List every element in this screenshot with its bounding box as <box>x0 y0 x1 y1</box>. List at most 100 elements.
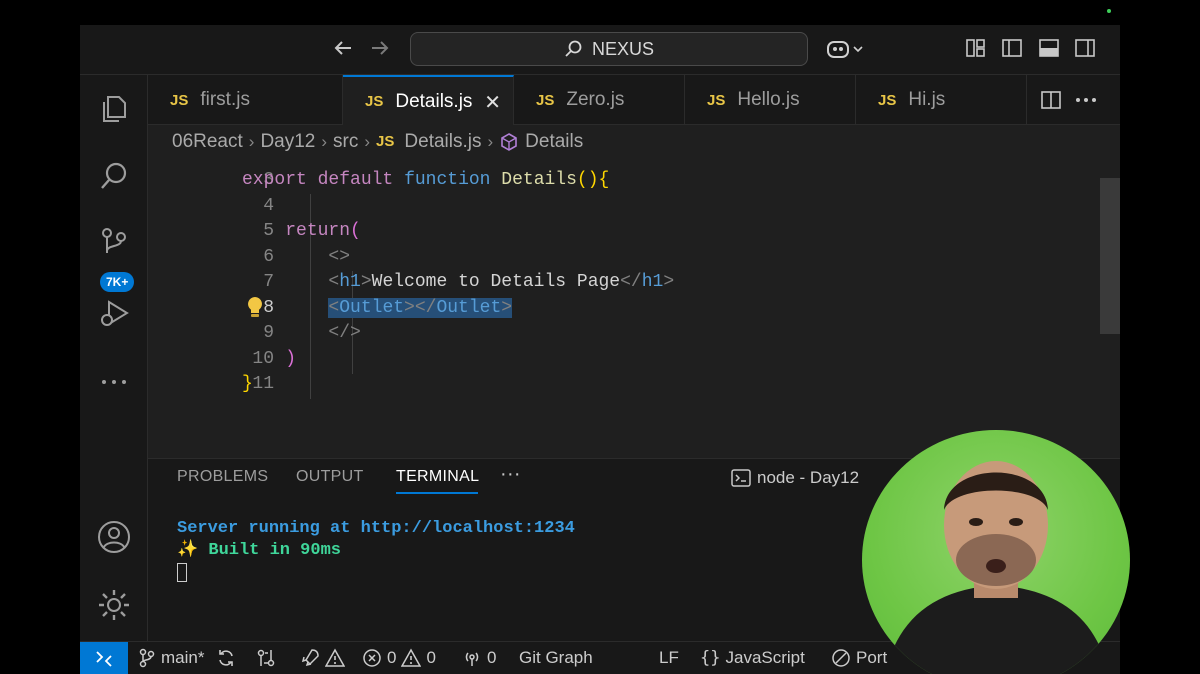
terminal-selector[interactable]: node - Day12 <box>731 468 859 488</box>
breadcrumb-folder[interactable]: Day12 <box>260 131 315 153</box>
close-icon[interactable]: ✕ <box>484 90 501 115</box>
arrow-right-icon[interactable] <box>369 37 391 65</box>
presenter-image <box>885 461 1109 674</box>
editor-tabs: JS first.js JS Details.js ✕ JS Zero.js J… <box>148 75 1120 126</box>
webcam-overlay <box>862 430 1130 674</box>
error-count: 0 <box>387 648 397 667</box>
layout-customize-icon[interactable] <box>965 37 987 65</box>
explorer-icon[interactable] <box>94 89 134 129</box>
code-line: 4 <box>148 194 1098 220</box>
toggle-secondary-sidebar-icon[interactable] <box>1074 37 1096 65</box>
toggle-panel-icon[interactable] <box>1038 37 1060 65</box>
tab-output[interactable]: OUTPUT <box>296 468 364 486</box>
javascript-file-icon: JS <box>536 91 555 109</box>
tab-hi-js[interactable]: JS Hi.js <box>856 75 1027 125</box>
selected-text: <Outlet></Outlet> <box>328 298 513 318</box>
line-number: 11 <box>252 374 274 394</box>
code-line: 6 <> <box>148 245 1098 271</box>
more-icon[interactable] <box>94 362 134 402</box>
problems-status[interactable]: 0 0 <box>362 648 436 668</box>
javascript-file-icon: JS <box>707 91 726 109</box>
lightbulb-icon[interactable] <box>246 296 264 324</box>
code-line: 7 <h1>Welcome to Details Page</h1> <box>148 270 1098 296</box>
rocket-icon <box>301 649 319 667</box>
tab-label: Zero.js <box>566 89 625 110</box>
javascript-file-icon: JS <box>170 91 189 109</box>
javascript-file-icon: JS <box>878 91 897 109</box>
chevron-right-icon: › <box>364 131 371 151</box>
chevron-right-icon: › <box>248 131 255 151</box>
toggle-sidebar-icon[interactable] <box>1001 37 1023 65</box>
javascript-file-icon: JS <box>365 93 384 110</box>
source-control-badge: 7K+ <box>100 272 135 292</box>
panel-more-icon[interactable]: ··· <box>500 463 521 486</box>
code-line-current: 8 <Outlet></Outlet> <box>148 296 1098 322</box>
tab-label: first.js <box>200 89 250 110</box>
source-control-icon[interactable] <box>94 222 134 262</box>
braces-icon: {} <box>700 648 721 668</box>
port-status[interactable]: Port <box>831 648 887 668</box>
no-entry-icon <box>832 649 850 667</box>
tab-details-js[interactable]: JS Details.js ✕ <box>343 75 514 126</box>
recording-indicator <box>1107 9 1111 13</box>
editor-scrollbar[interactable] <box>1100 178 1120 334</box>
eol-status[interactable]: LF <box>659 648 679 668</box>
command-center-label: NEXUS <box>591 38 654 59</box>
symbol-class-icon <box>501 132 517 151</box>
code-line: 11 } <box>148 372 1098 398</box>
copilot-icon[interactable] <box>826 37 866 67</box>
tab-hello-js[interactable]: JS Hello.js <box>685 75 856 125</box>
arrow-left-icon[interactable] <box>332 37 354 65</box>
terminal-output-line: Server running at http://localhost:1234 <box>177 519 575 538</box>
git-branch-icon <box>139 648 155 668</box>
warning-count: 0 <box>426 648 436 667</box>
warning-icon <box>401 648 422 667</box>
tab-first-js[interactable]: JS first.js <box>148 75 343 125</box>
tab-zero-js[interactable]: JS Zero.js <box>514 75 685 125</box>
tab-label: Details.js <box>395 90 473 112</box>
breadcrumb-folder[interactable]: 06React <box>172 131 243 153</box>
terminal-output-line: ✨ Built in 90ms <box>177 541 341 560</box>
ports-status[interactable]: 0 <box>462 648 496 668</box>
javascript-file-icon: JS <box>376 133 395 150</box>
title-bar: NEXUS <box>80 25 1120 75</box>
terminal-name: node - Day12 <box>757 468 860 487</box>
split-editor-icon[interactable] <box>1040 89 1062 116</box>
language-mode[interactable]: {} JavaScript <box>700 648 805 668</box>
error-icon <box>363 649 381 667</box>
code-editor[interactable]: 3 export default function Details(){ 4 5… <box>148 158 1120 458</box>
remote-indicator[interactable] <box>80 642 128 674</box>
remote-icon <box>96 650 112 667</box>
tab-label: Hello.js <box>737 89 800 110</box>
chevron-right-icon: › <box>487 131 494 151</box>
deploy-status[interactable] <box>300 648 345 668</box>
tab-terminal[interactable]: TERMINAL <box>396 468 479 486</box>
line-number: 4 <box>263 196 274 216</box>
tab-problems[interactable]: PROBLEMS <box>177 468 268 486</box>
code-line: 10 ) <box>148 347 1098 373</box>
terminal-icon <box>731 469 751 487</box>
settings-gear-icon[interactable] <box>94 585 134 625</box>
account-icon[interactable] <box>94 517 134 557</box>
more-actions-icon[interactable] <box>1074 89 1098 116</box>
port-label: Port <box>856 648 888 667</box>
breadcrumb-symbol[interactable]: Details <box>525 131 583 153</box>
breadcrumb-folder[interactable]: src <box>333 131 358 153</box>
search-icon[interactable] <box>94 156 134 196</box>
run-debug-icon[interactable] <box>94 293 134 333</box>
code-line: 5 return( <box>148 219 1098 245</box>
command-center-search[interactable]: NEXUS <box>410 32 808 66</box>
active-tab-indicator <box>396 492 478 494</box>
tab-label: Hi.js <box>908 89 946 110</box>
breadcrumb: 06React › Day12 › src › JS Details.js › … <box>148 125 1120 158</box>
sync-icon[interactable] <box>216 648 236 668</box>
broadcast-icon <box>465 652 479 666</box>
language-label: JavaScript <box>725 648 805 667</box>
branch-status[interactable]: main* <box>138 648 204 668</box>
git-graph-button[interactable]: Git Graph <box>519 648 593 668</box>
breadcrumb-file[interactable]: Details.js <box>404 131 481 153</box>
branch-name: main* <box>161 648 205 667</box>
git-compare-icon[interactable] <box>256 648 276 668</box>
code-line: 3 export default function Details(){ <box>148 168 1098 194</box>
activity-bar: 7K+ <box>80 75 148 641</box>
